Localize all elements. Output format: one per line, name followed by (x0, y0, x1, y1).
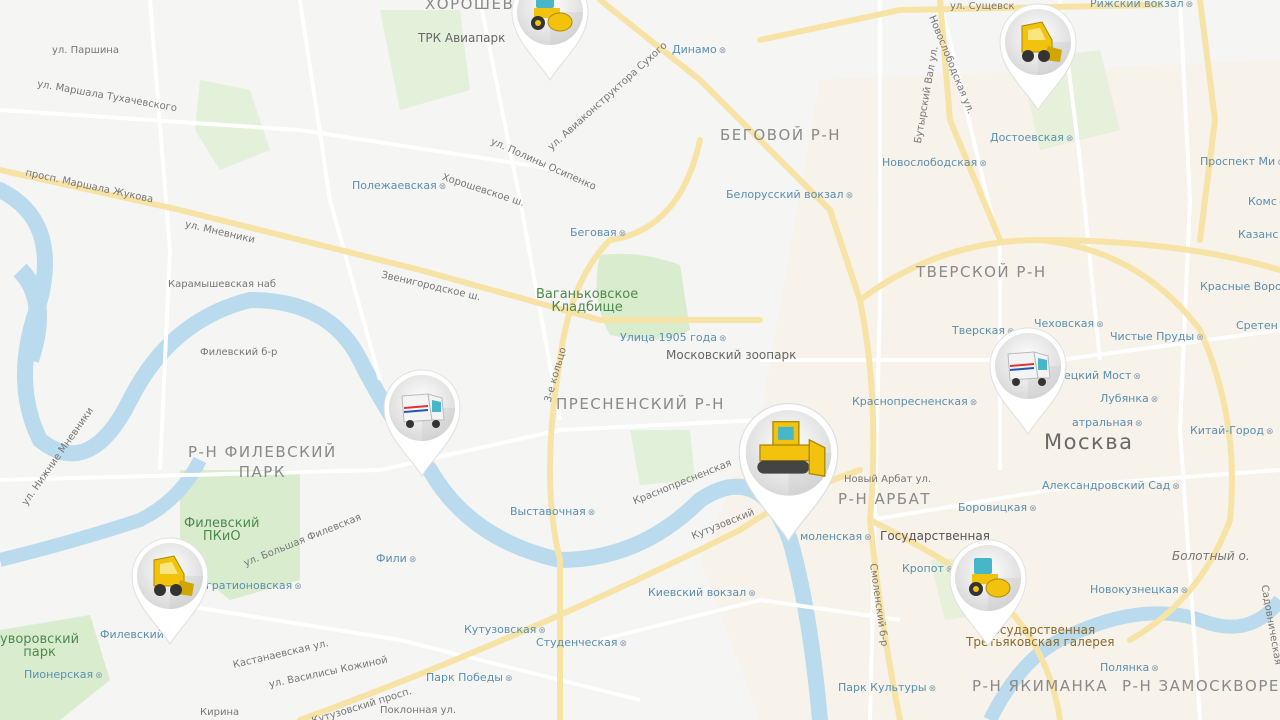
metro-studencheskaya[interactable]: Студенческая (536, 637, 627, 649)
metro-borovitskaya[interactable]: Боровицкая (958, 502, 1037, 514)
street-poklonnaya: Поклонная ул. (380, 705, 457, 716)
metro-kuznetsky-most[interactable]: ецкий Мост (1064, 370, 1141, 382)
metro-pionerskaya[interactable]: Пионерская (24, 669, 103, 681)
metro-krasnopresnenskaya[interactable]: Краснопресненская (852, 396, 977, 408)
metro-dostoevskaya[interactable]: Достоевская (990, 132, 1073, 144)
district-label-yakimanka: Р-Н ЯКИМАНКА (972, 677, 1109, 695)
metro-park-kultury[interactable]: Парк Культуры (838, 682, 936, 694)
map-pin-skid-steer-northeast[interactable] (996, 0, 1080, 112)
vehicle-marker-skid-steer-loader-icon (999, 3, 1077, 111)
metro-kievsky[interactable]: Киевский вокзал (648, 587, 756, 599)
map-pin-road-roller-south[interactable] (946, 536, 1030, 648)
metro-komsomolskaya[interactable]: Комс (1248, 196, 1280, 208)
district-label-presnensky: ПРЕСНЕНСКИЙ Р-Н (556, 395, 725, 413)
metro-begovaya[interactable]: Беговая (570, 227, 626, 239)
map-pin-road-roller-north[interactable] (508, 0, 592, 82)
vehicle-marker-skid-steer-loader-icon (131, 537, 209, 645)
metro-bagrationovskaya[interactable]: гратионовская (206, 580, 302, 592)
district-label-filevsky: Р-Н ФИЛЕВСКИЙ ПАРК (188, 443, 337, 481)
street-novy-arbat: Новый Арбат ул. (844, 474, 932, 485)
place-suvorovsky[interactable]: уворовский парк (0, 633, 79, 659)
map-pin-bulldozer-center[interactable] (734, 398, 843, 544)
place-zoo[interactable]: Московский зоопарк (666, 349, 796, 361)
vehicle-marker-street-sweeper-icon (383, 369, 461, 477)
metro-chistye-prudy[interactable]: Чистые Пруды (1110, 331, 1204, 343)
metro-park-pobedy[interactable]: Парк Победы (426, 672, 513, 684)
district-label-begovoy: БЕГОВОЙ Р-Н (720, 126, 842, 144)
metro-polyanka[interactable]: Полянка (1100, 662, 1159, 674)
map-canvas[interactable]: ХОРОШЕВ БЕГОВОЙ Р-Н ТВЕРСКОЙ Р-Н ПРЕСНЕН… (0, 0, 1280, 720)
street-kirina: Кирина (200, 707, 240, 718)
map-pin-street-sweeper-west[interactable] (380, 366, 464, 478)
metro-novoslobodskaya[interactable]: Новослободская (882, 157, 987, 169)
district-label-arbat: Р-Н АРБАТ (838, 490, 932, 508)
street-filevsky-bul: Филевский б-р (200, 347, 278, 358)
metro-vystavochnaya[interactable]: Выставочная (510, 506, 595, 518)
metro-kazansky[interactable]: Казанс (1238, 229, 1280, 241)
metro-kutuzovskaya[interactable]: Кутузовская (464, 624, 546, 636)
metro-kitay-gorod[interactable]: Китай-Город (1190, 425, 1274, 437)
district-label-khoroshevo: ХОРОШЕВ (425, 0, 515, 13)
vehicle-marker-street-sweeper-icon (989, 327, 1067, 435)
district-label-tverskoy: ТВЕРСКОЙ Р-Н (916, 263, 1047, 281)
metro-novokuznetskaya[interactable]: Новокузнецкая (1090, 584, 1188, 596)
map-pin-skid-steer-southwest[interactable] (128, 534, 212, 646)
vehicle-marker-road-roller-icon (949, 539, 1027, 647)
metro-lubyanka[interactable]: Лубянка (1100, 393, 1158, 405)
metro-sretensky[interactable]: Сретен (1236, 320, 1280, 332)
district-label-zamoskvorechye: Р-Н ЗАМОСКВОРЕЧЬ (1122, 677, 1280, 695)
metro-polezhaevskaya[interactable]: Полежаевская (352, 180, 446, 192)
metro-belorussky[interactable]: Белорусский вокзал (726, 189, 853, 201)
metro-fili[interactable]: Фили (376, 553, 416, 565)
metro-ulitsa-1905[interactable]: Улица 1905 года (620, 332, 727, 344)
street-parshina: ул. Паршина (52, 45, 119, 56)
vehicle-marker-road-roller-icon (511, 0, 589, 81)
metro-rizhsky[interactable]: Рижский вокзал (1090, 0, 1193, 10)
vehicle-marker-bulldozer-icon (738, 402, 839, 543)
place-vagankovskoe[interactable]: Ваганьковское Кладбище (536, 288, 638, 314)
metro-aleksandrovsky-sad[interactable]: Александровский Сад (1042, 480, 1180, 492)
metro-dinamo[interactable]: Динамо (672, 44, 726, 56)
metro-prospekt-mira[interactable]: Проспект Ми (1200, 156, 1280, 168)
metro-krasnye-vorota[interactable]: Красные Ворот (1200, 281, 1280, 293)
street-bolotny: Болотный о. (1172, 549, 1250, 563)
map-pin-street-sweeper-east[interactable] (986, 324, 1070, 436)
metro-teatralnaya[interactable]: атральная (1072, 417, 1142, 429)
place-trk-aviapark[interactable]: ТРК Авиапарк (418, 32, 505, 44)
street-karamyshevskaya: Карамышевская наб (168, 279, 277, 290)
